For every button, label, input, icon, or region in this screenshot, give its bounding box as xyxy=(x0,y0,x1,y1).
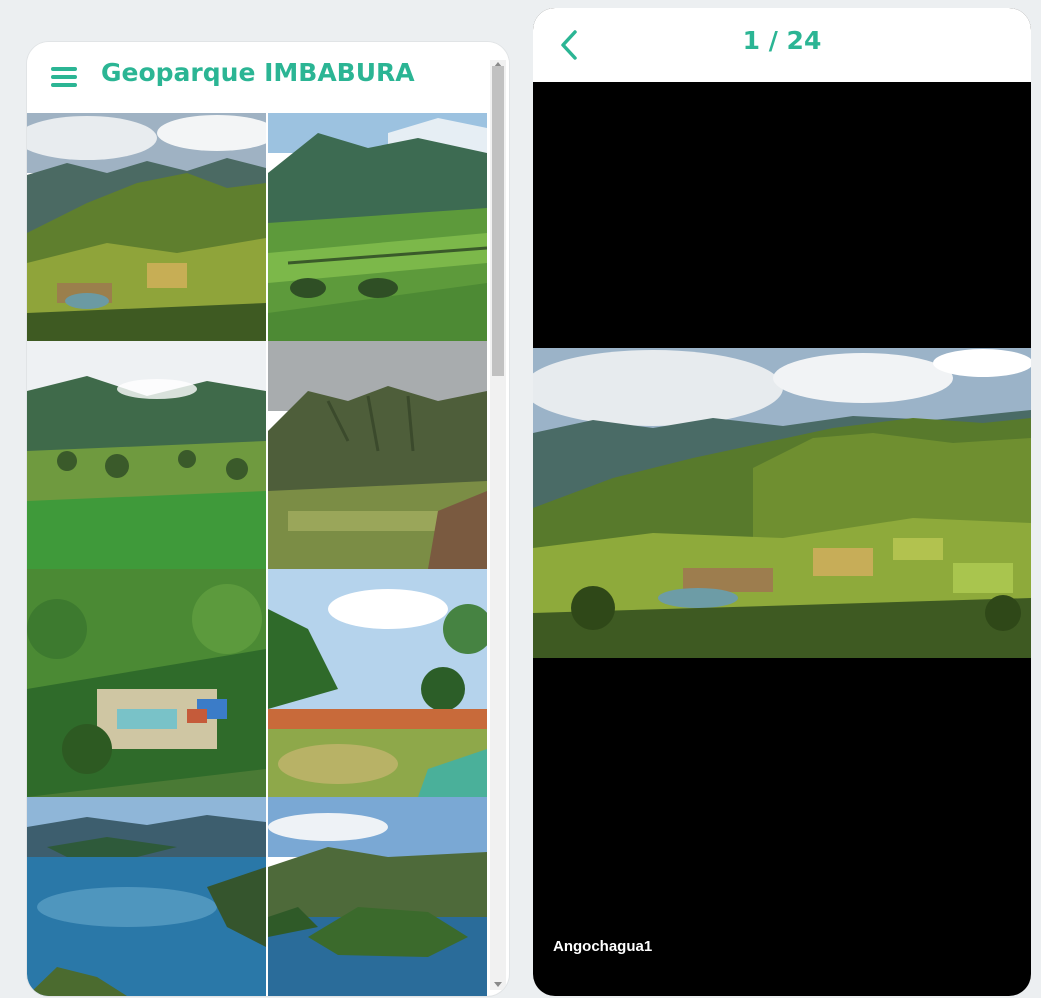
photo-thumbnail[interactable] xyxy=(268,113,487,341)
gallery-screen: Geoparque IMBABURA xyxy=(27,42,509,996)
photo-grid xyxy=(27,113,487,996)
photo-thumbnail[interactable] xyxy=(268,797,487,996)
gallery-scrollbar[interactable] xyxy=(490,60,506,990)
photo-thumbnail[interactable] xyxy=(27,569,266,797)
photo-thumbnail[interactable] xyxy=(27,341,266,569)
photo-thumbnail[interactable] xyxy=(27,113,266,341)
scrollbar-thumb[interactable] xyxy=(492,66,504,376)
photo-thumbnail[interactable] xyxy=(27,797,266,996)
gallery-title: Geoparque IMBABURA xyxy=(101,58,415,87)
gallery-header: Geoparque IMBABURA xyxy=(27,42,509,113)
photo-thumbnail[interactable] xyxy=(268,341,487,569)
scroll-down-arrow-icon[interactable] xyxy=(494,982,502,987)
hamburger-menu-icon[interactable] xyxy=(51,67,77,87)
photo-thumbnail[interactable] xyxy=(268,569,487,797)
photo-viewer-screen: 1 / 24 Angochagua1 xyxy=(533,8,1031,996)
main-photo[interactable] xyxy=(533,348,1031,658)
photo-caption: Angochagua1 xyxy=(553,938,653,955)
viewer-header: 1 / 24 xyxy=(533,8,1031,82)
photo-counter: 1 / 24 xyxy=(742,26,822,55)
